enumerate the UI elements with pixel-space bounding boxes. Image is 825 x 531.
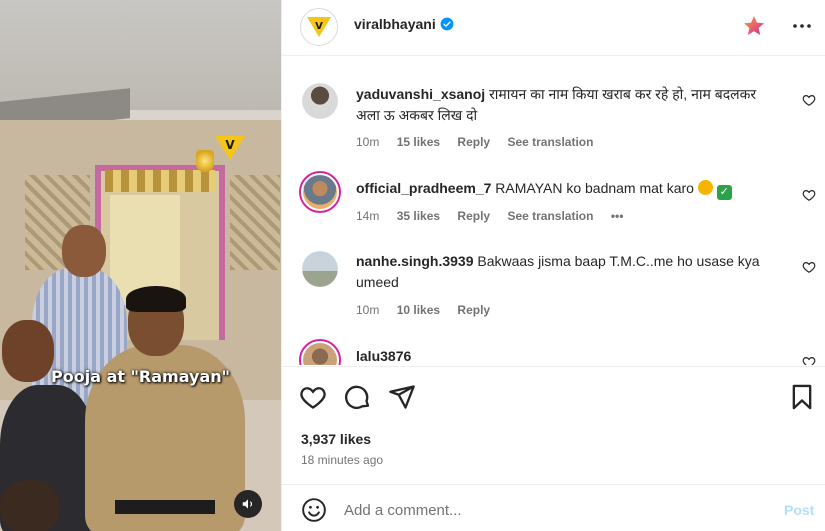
author-username-text[interactable]: viralbhayani xyxy=(354,16,436,32)
comment-body: lalu3876 xyxy=(356,346,766,365)
reply-button[interactable]: Reply xyxy=(457,135,490,149)
watermark-logo: V xyxy=(215,136,245,160)
comment-likes[interactable]: 35 likes xyxy=(397,209,440,223)
comment-body: yaduvanshi_xsanoj रामायन का नाम किया खरा… xyxy=(356,84,766,126)
media-caption: Pooja at "Ramayan" xyxy=(51,367,230,386)
comment-body: official_pradheem_7 RAMAYAN ko badnam ma… xyxy=(356,178,766,200)
media-scene xyxy=(115,500,215,514)
check-mark-emoji-icon: ✓ xyxy=(716,185,732,200)
media-scene xyxy=(230,175,280,270)
speaker-icon xyxy=(242,499,253,509)
commenter-avatar[interactable] xyxy=(302,251,338,287)
avatar-image xyxy=(303,343,337,365)
comment-text: RAMAYAN ko badnam mat karo xyxy=(495,180,694,196)
comment-username[interactable]: nanhe.singh.3939 xyxy=(356,253,473,269)
comment-bubble-icon[interactable] xyxy=(344,383,372,411)
post-comment-button[interactable]: Post xyxy=(784,502,814,518)
watermark-letter: V xyxy=(225,138,235,152)
comment-time[interactable]: 10m xyxy=(356,135,379,149)
comment-likes[interactable]: 10 likes xyxy=(397,303,440,317)
post-header: V viralbhayani xyxy=(282,0,825,56)
commenter-avatar[interactable] xyxy=(299,171,341,213)
comment-username[interactable]: lalu3876 xyxy=(356,348,411,364)
emoji-picker-icon[interactable] xyxy=(301,497,327,523)
media-person xyxy=(62,225,106,277)
comment-likes[interactable]: 15 likes xyxy=(397,135,440,149)
like-heart-icon[interactable] xyxy=(299,383,327,411)
comment-composer: Post xyxy=(282,484,825,531)
avatar-image xyxy=(302,251,338,287)
post-media[interactable]: V Pooja at "Ramayan" xyxy=(0,0,281,531)
comment-options-button[interactable]: ••• xyxy=(611,209,624,223)
comment-username[interactable]: yaduvanshi_xsanoj xyxy=(356,86,485,102)
media-person xyxy=(0,480,60,531)
author-username[interactable]: viralbhayani xyxy=(354,16,454,32)
verified-badge-icon xyxy=(440,17,454,31)
mute-button[interactable] xyxy=(234,490,262,518)
like-comment-heart-icon[interactable] xyxy=(802,188,816,202)
save-bookmark-icon[interactable] xyxy=(788,383,816,411)
avatar-image xyxy=(302,83,338,119)
comments-list[interactable]: yaduvanshi_xsanoj रामायन का नाम किया खरा… xyxy=(282,57,825,365)
author-avatar[interactable]: V xyxy=(300,8,338,46)
post-actions: 3,937 likes 18 minutes ago xyxy=(282,366,825,484)
post-timestamp[interactable]: 18 minutes ago xyxy=(301,453,383,467)
comment-meta: 14m 35 likes Reply See translation ••• xyxy=(356,209,637,223)
like-comment-heart-icon[interactable] xyxy=(802,93,816,107)
reply-button[interactable]: Reply xyxy=(457,303,490,317)
brand-logo-icon: V xyxy=(307,17,331,37)
flushed-face-emoji-icon xyxy=(697,180,713,195)
comment-input[interactable] xyxy=(344,499,764,521)
avatar-letter: V xyxy=(315,21,323,32)
lamp-shape xyxy=(196,150,214,172)
favorite-star-icon[interactable] xyxy=(742,14,766,38)
commenter-avatar[interactable] xyxy=(299,339,341,365)
post-details-panel: V viralbhayani yaduvanshi_xsanoj रामायन … xyxy=(281,0,825,531)
media-scene xyxy=(105,170,215,192)
comment-username[interactable]: official_pradheem_7 xyxy=(356,180,491,196)
media-scene xyxy=(0,0,281,110)
like-comment-heart-icon[interactable] xyxy=(802,355,816,365)
comment-time[interactable]: 14m xyxy=(356,209,379,223)
see-translation-button[interactable]: See translation xyxy=(507,209,593,223)
likes-count[interactable]: 3,937 likes xyxy=(301,431,371,447)
reply-button[interactable]: Reply xyxy=(457,209,490,223)
more-options-icon[interactable] xyxy=(790,14,814,38)
share-send-icon[interactable] xyxy=(388,383,416,411)
comment-meta: 10m 15 likes Reply See translation xyxy=(356,135,607,149)
commenter-avatar[interactable] xyxy=(302,83,338,119)
comment-time[interactable]: 10m xyxy=(356,303,379,317)
media-person xyxy=(126,286,186,312)
like-comment-heart-icon[interactable] xyxy=(802,260,816,274)
comment-body: nanhe.singh.3939 Bakwaas jisma baap T.M.… xyxy=(356,251,766,293)
comment-meta: 10m 10 likes Reply xyxy=(356,303,504,317)
avatar-image xyxy=(303,175,337,209)
see-translation-button[interactable]: See translation xyxy=(507,135,593,149)
